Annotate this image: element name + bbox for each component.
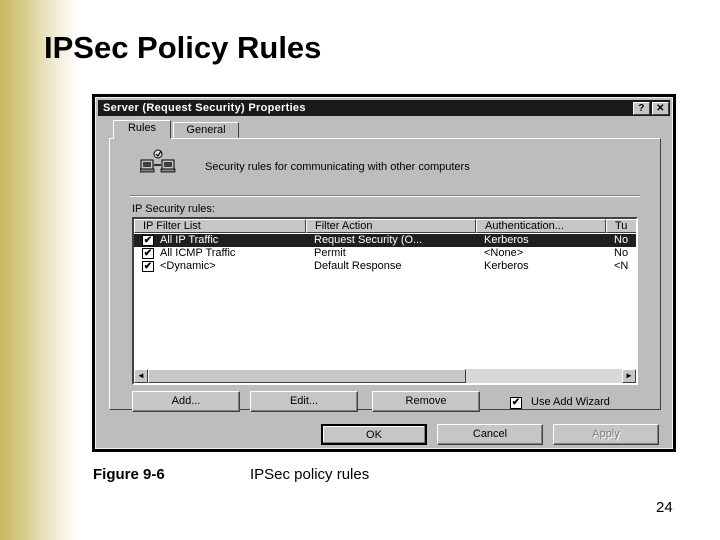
properties-dialog: Server (Request Security) Properties ? ✕… <box>95 97 673 449</box>
dialog-screenshot: Server (Request Security) Properties ? ✕… <box>92 94 676 452</box>
rule-tunnel: No <box>614 234 629 246</box>
rule-authentication: Kerberos <box>484 260 529 272</box>
add-button[interactable]: Add... <box>132 391 240 412</box>
rule-row[interactable]: ✔ All ICMP Traffic Permit <None> No <box>134 247 636 260</box>
network-computers-icon <box>140 149 176 173</box>
rule-authentication: <None> <box>484 247 524 259</box>
use-add-wizard-label[interactable]: Use Add Wizard <box>531 396 610 408</box>
rule-filter-action: Permit <box>314 247 346 259</box>
rules-listview[interactable]: IP Filter List Filter Action Authenticat… <box>132 217 638 385</box>
rule-row[interactable]: ✔ <Dynamic> Default Response Kerberos <N <box>134 260 636 273</box>
tab-general[interactable]: General <box>173 122 239 138</box>
column-header-tunnel[interactable]: Tu <box>606 219 636 233</box>
scroll-thumb[interactable] <box>148 369 466 383</box>
rule-tunnel: <N <box>614 260 629 272</box>
horizontal-scrollbar[interactable]: ◄ ► <box>134 369 636 383</box>
rule-filter-list: All IP Traffic <box>160 234 219 246</box>
slide-title: IPSec Policy Rules <box>44 30 322 65</box>
rule-authentication: Kerberos <box>484 234 529 246</box>
checkmark-icon: ✔ <box>511 397 521 408</box>
scroll-right-icon[interactable]: ► <box>622 369 636 383</box>
figure-caption: Figure 9-6 IPSec policy rules <box>93 466 369 483</box>
cancel-button[interactable]: Cancel <box>437 424 543 445</box>
column-header-authentication[interactable]: Authentication... <box>476 219 606 233</box>
column-header-ip-filter-list[interactable]: IP Filter List <box>134 219 306 233</box>
rule-enabled-checkbox[interactable]: ✔ <box>142 261 154 272</box>
scroll-left-icon[interactable]: ◄ <box>134 369 148 383</box>
apply-button[interactable]: Apply <box>553 424 659 445</box>
checkmark-icon: ✔ <box>143 261 153 272</box>
rules-description: Security rules for communicating with ot… <box>205 161 470 173</box>
checkmark-icon: ✔ <box>143 235 153 246</box>
figure-number: Figure 9-6 <box>93 466 165 483</box>
close-button[interactable]: ✕ <box>652 102 669 115</box>
rule-row[interactable]: ✔ All IP Traffic Request Security (O... … <box>134 234 636 247</box>
column-header-filter-action[interactable]: Filter Action <box>306 219 476 233</box>
remove-button[interactable]: Remove <box>372 391 480 412</box>
rule-tunnel: No <box>614 247 629 259</box>
help-button[interactable]: ? <box>633 102 650 115</box>
rule-filter-list: All ICMP Traffic <box>160 247 236 259</box>
dialog-titlebar[interactable]: Server (Request Security) Properties ? ✕ <box>98 100 670 116</box>
rules-panel: Security rules for communicating with ot… <box>109 138 661 412</box>
ip-security-rules-label: IP Security rules: <box>132 203 215 215</box>
page-number: 24 <box>656 499 673 516</box>
rule-filter-list: <Dynamic> <box>160 260 216 272</box>
rule-filter-action: Request Security (O... <box>314 234 423 246</box>
rule-enabled-checkbox[interactable]: ✔ <box>142 248 154 259</box>
edit-button[interactable]: Edit... <box>250 391 358 412</box>
tab-rules[interactable]: Rules <box>113 120 171 139</box>
separator <box>130 195 640 197</box>
use-add-wizard-checkbox[interactable]: ✔ <box>510 397 522 409</box>
ok-button[interactable]: OK <box>321 424 427 445</box>
slide-left-gradient-band <box>0 0 78 540</box>
rule-filter-action: Default Response <box>314 260 402 272</box>
checkmark-icon: ✔ <box>143 248 153 259</box>
figure-text: IPSec policy rules <box>250 466 370 483</box>
rule-enabled-checkbox[interactable]: ✔ <box>142 235 154 246</box>
dialog-title: Server (Request Security) Properties <box>103 102 306 114</box>
